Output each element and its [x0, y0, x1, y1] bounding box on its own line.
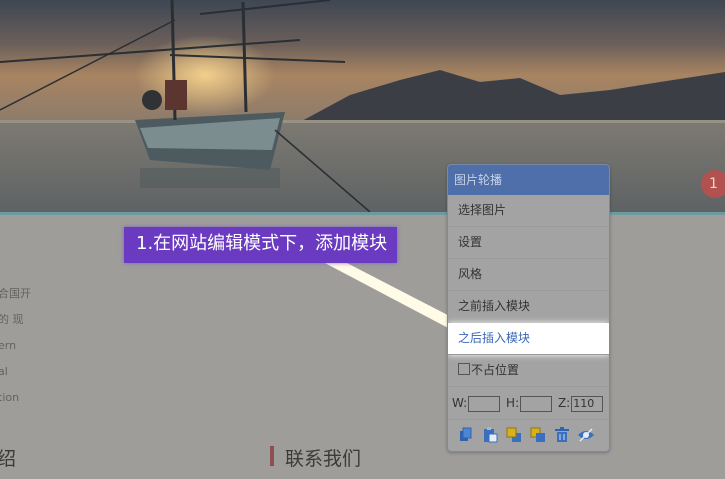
- page: 1 合国开 的 现 ern al tion 绍 联系我们 1.在网站编辑模式下，…: [0, 0, 725, 479]
- width-input[interactable]: [468, 395, 501, 412]
- no-space-option[interactable]: 不占位置: [448, 355, 609, 387]
- no-space-checkbox[interactable]: [458, 363, 470, 375]
- height-label: H:: [506, 396, 520, 410]
- height-input[interactable]: [520, 395, 553, 412]
- copy-icon[interactable]: [458, 427, 474, 443]
- z-index-label: Z:: [557, 396, 571, 410]
- z-index-input[interactable]: [571, 395, 604, 412]
- insert-before-item[interactable]: 之前插入模块: [448, 291, 609, 323]
- module-context-menu: 图片轮播 选择图片 设置 风格 之前插入模块 之后插入模块 不占位置 W: H:…: [447, 164, 610, 452]
- insert-after-item[interactable]: 之后插入模块: [448, 323, 609, 355]
- menu-title: 图片轮播: [448, 165, 609, 195]
- bring-forward-icon[interactable]: [506, 427, 522, 443]
- trash-icon[interactable]: [554, 427, 570, 443]
- select-image-item[interactable]: 选择图片: [448, 195, 609, 227]
- width-label: W:: [452, 396, 468, 410]
- send-backward-icon[interactable]: [530, 427, 546, 443]
- paste-icon[interactable]: [482, 427, 498, 443]
- settings-item[interactable]: 设置: [448, 227, 609, 259]
- no-space-label: 不占位置: [471, 363, 520, 377]
- size-row: W: H: Z:: [448, 387, 609, 420]
- style-item[interactable]: 风格: [448, 259, 609, 291]
- eye-icon[interactable]: [578, 427, 594, 443]
- tutorial-callout: 1.在网站编辑模式下，添加模块: [124, 227, 398, 263]
- menu-toolbar: [448, 420, 609, 450]
